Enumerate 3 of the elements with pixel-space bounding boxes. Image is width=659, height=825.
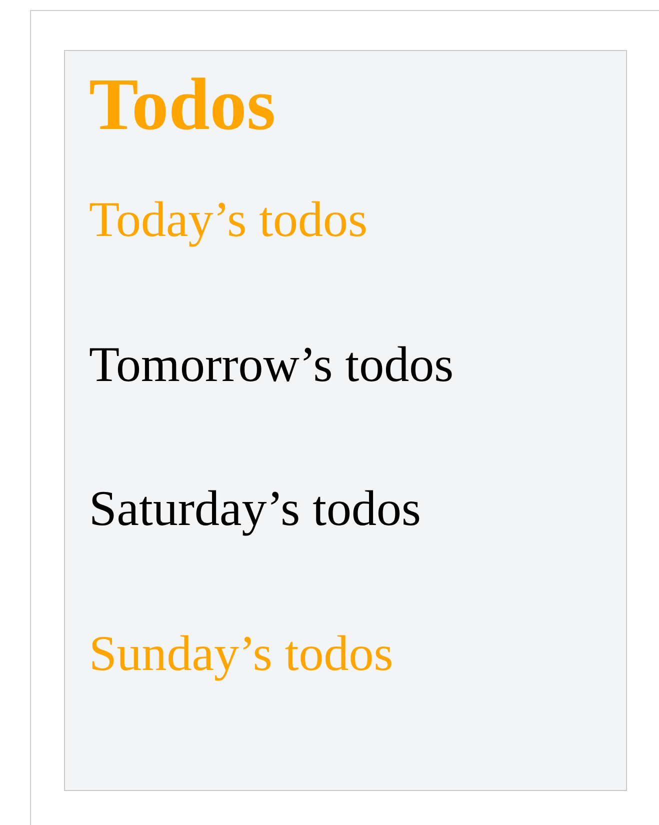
todo-list-link[interactable]: Saturday’s todos bbox=[89, 480, 602, 538]
page-title: Todos bbox=[89, 65, 277, 146]
todo-list-link[interactable]: Tomorrow’s todos bbox=[89, 336, 602, 394]
